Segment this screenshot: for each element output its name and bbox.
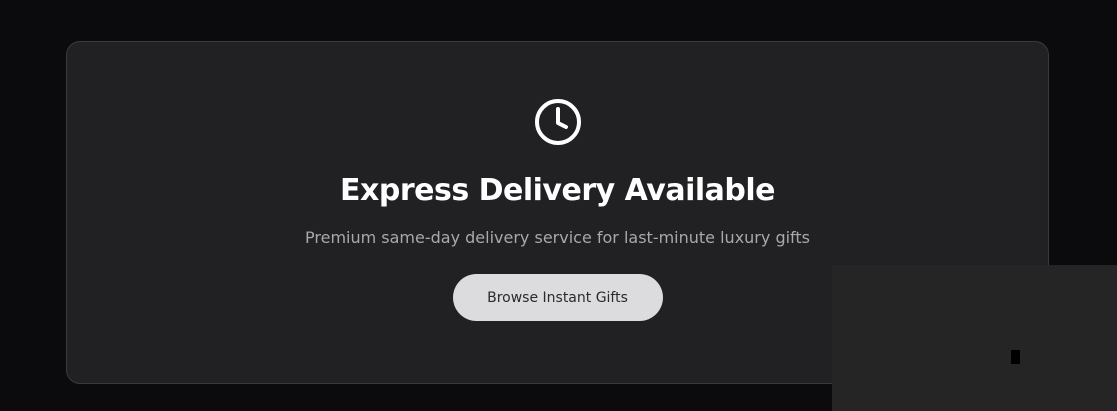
- banner-subtitle: Premium same-day delivery service for la…: [305, 228, 810, 247]
- text-cursor: [1011, 350, 1020, 364]
- page: Express Delivery Available Premium same-…: [0, 0, 1117, 411]
- banner-title: Express Delivery Available: [340, 173, 776, 208]
- clock-icon: [534, 99, 581, 145]
- browse-instant-gifts-button[interactable]: Browse Instant Gifts: [452, 274, 663, 322]
- overlay-panel: [832, 265, 1117, 411]
